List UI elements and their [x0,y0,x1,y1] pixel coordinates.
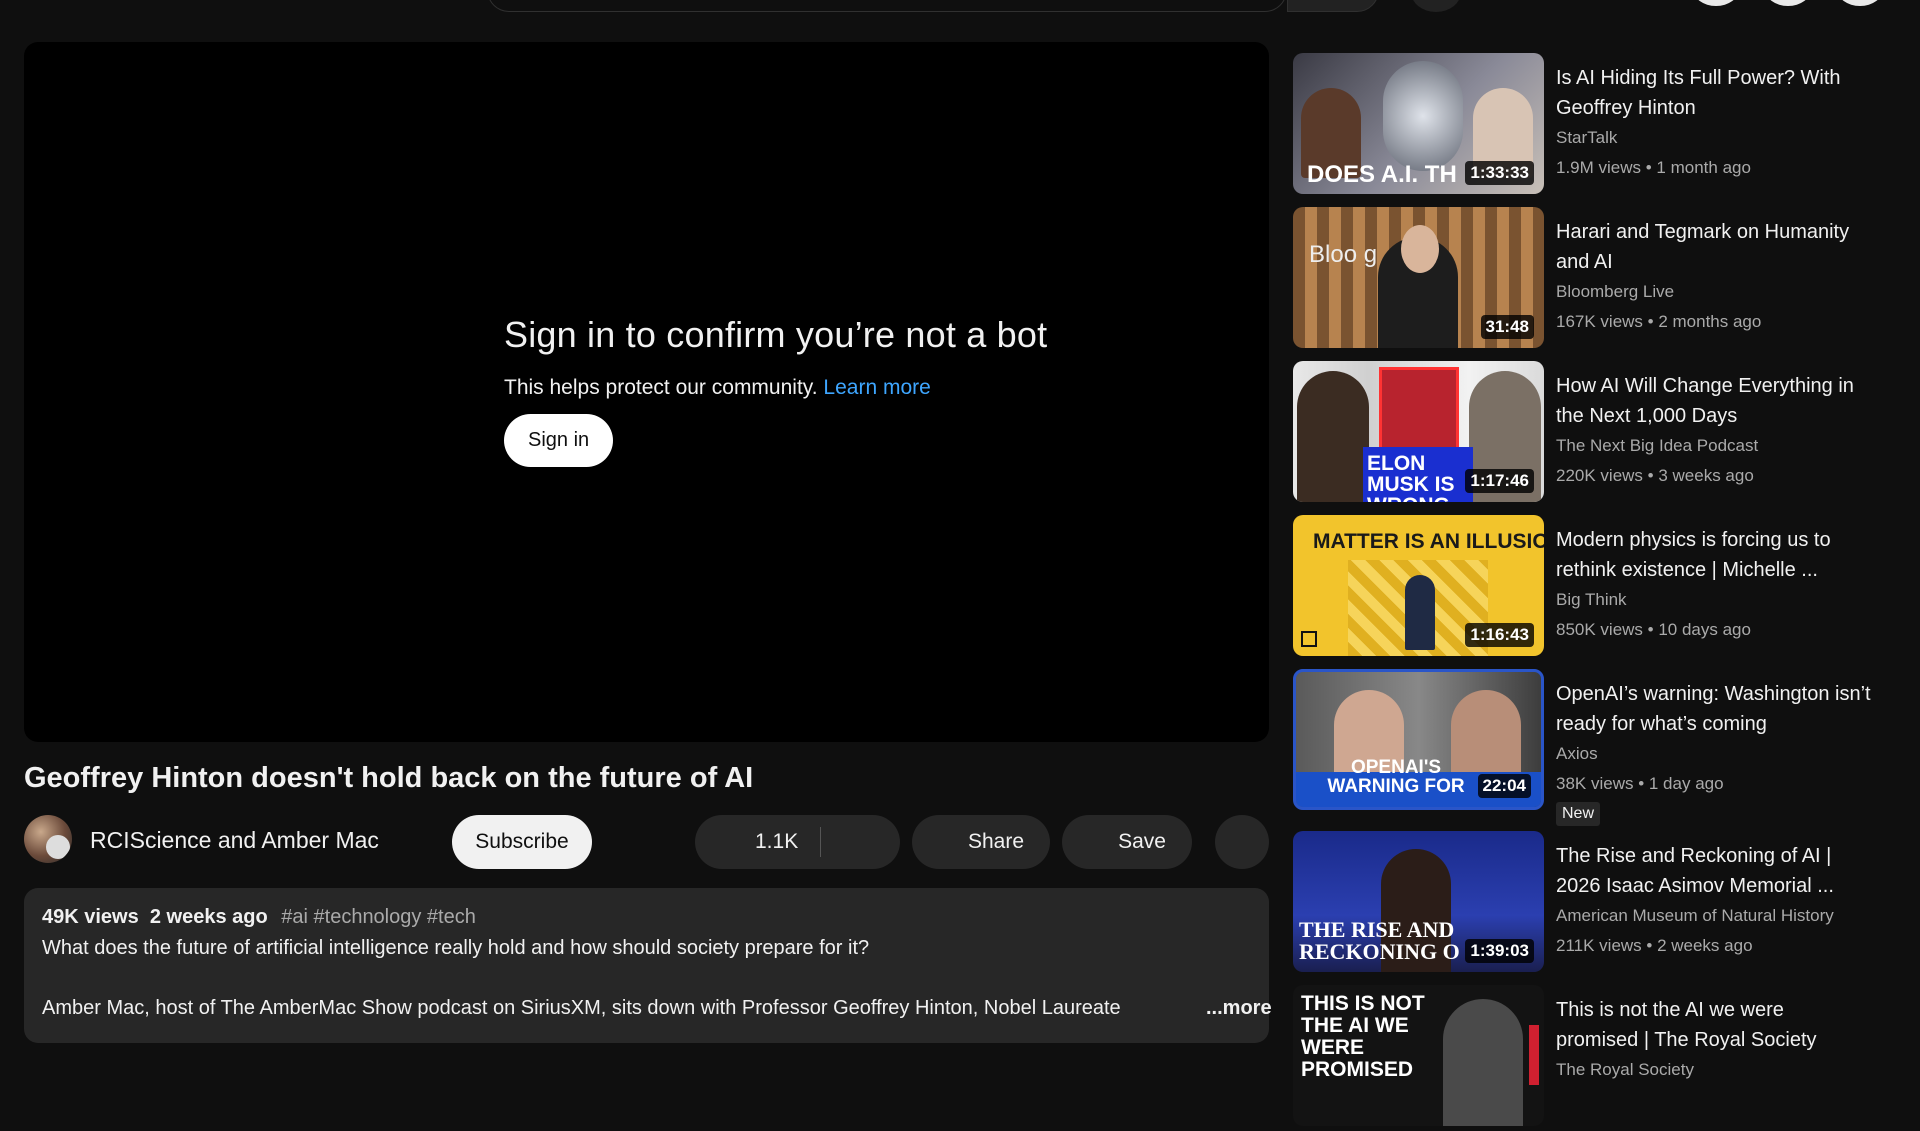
search-button[interactable] [1287,0,1379,12]
description-meta: 49K views 2 weeks ago #ai #technology #t… [42,906,476,929]
thumbnail-text: THIS IS NOT THE AI WE WERE PROMISED [1301,992,1425,1081]
robot-figure [1383,61,1463,171]
thumbnail-text: Bloo g [1309,241,1378,268]
video-thumbnail[interactable]: MATTER IS AN ILLUSION 1:16:43 [1293,515,1544,656]
related-title[interactable]: Harari and Tegmark on Humanity and AI [1556,217,1871,277]
related-channel[interactable]: The Next Big Idea Podcast [1556,436,1758,456]
related-channel[interactable]: American Museum of Natural History [1556,906,1834,926]
video-thumbnail[interactable]: DOES A.I. TH 1:33:33 [1293,53,1544,194]
description-more-button[interactable]: ...more [1206,997,1272,1020]
view-count: 49K views [42,906,139,928]
video-thumbnail[interactable]: OPENAI'S WARNING FOR 22:04 [1293,669,1544,810]
description-line: Amber Mac, host of The AmberMac Show pod… [42,997,1121,1019]
related-title[interactable]: Modern physics is forcing us to rethink … [1556,525,1871,585]
create-icon[interactable] [1693,0,1739,6]
subscribe-button[interactable]: Subscribe [452,815,592,869]
person-figure [1297,371,1369,502]
notifications-icon[interactable] [1765,0,1811,6]
related-title[interactable]: This is not the AI we were promised | Th… [1556,995,1871,1055]
video-duration: 1:16:43 [1465,623,1534,647]
signin-subtitle-text: This helps protect our community. [504,376,818,399]
video-thumbnail[interactable]: THIS IS NOT THE AI WE WERE PROMISED [1293,985,1544,1126]
related-title[interactable]: Is AI Hiding Its Full Power? With Geoffr… [1556,63,1871,123]
thumbnail-text: DOES A.I. TH [1307,161,1457,188]
related-title[interactable]: How AI Will Change Everything in the Nex… [1556,371,1871,431]
related-title[interactable]: OpenAI’s warning: Washington isn’t ready… [1556,679,1871,739]
bigthink-logo-icon [1301,631,1317,647]
video-duration: 1:39:03 [1465,939,1534,963]
description-line: What does the future of artificial intel… [42,937,870,959]
related-meta: 1.9M views • 1 month ago [1556,158,1751,177]
related-video[interactable]: ELON MUSK IS WRONG 1:17:46 How AI Will C… [1293,361,1913,507]
face-shape [1401,225,1439,273]
save-label: Save [1118,830,1166,853]
related-title[interactable]: The Rise and Reckoning of AI | 2026 Isaa… [1556,841,1871,901]
related-video[interactable]: DOES A.I. TH 1:33:33 Is AI Hiding Its Fu… [1293,53,1913,199]
signin-subtitle: This helps protect our community. Learn … [504,376,1204,400]
related-video[interactable]: Bloo g 31:48 Harari and Tegmark on Human… [1293,207,1913,353]
related-channel[interactable]: The Royal Society [1556,1060,1694,1080]
thumbnail-text: OPENAI'S WARNING FOR [1327,757,1465,797]
related-video[interactable]: THE RISE AND RECKONING O 1:39:03 The Ris… [1293,831,1913,977]
signin-prompt: Sign in to confirm you’re not a bot This… [504,314,1204,467]
accent-bar [1529,1025,1539,1085]
person-figure [1405,575,1435,650]
share-label: Share [967,830,1025,853]
related-meta: 167K views • 2 months ago [1556,312,1762,331]
save-button[interactable]: Save [1062,815,1192,869]
learn-more-link[interactable]: Learn more [823,376,930,399]
video-duration: 22:04 [1477,774,1531,798]
masthead [0,0,1920,14]
video-duration: 1:17:46 [1465,469,1534,493]
channel-avatar[interactable] [24,815,72,863]
related-video[interactable]: OPENAI'S WARNING FOR 22:04 OpenAI’s warn… [1293,669,1913,826]
like-button[interactable]: 1.1K [755,830,798,854]
upload-date: 2 weeks ago [149,906,268,928]
related-meta: 850K views • 10 days ago [1556,620,1751,639]
voice-search-button[interactable] [1411,0,1461,12]
related-channel[interactable]: Bloomberg Live [1556,282,1674,302]
video-thumbnail[interactable]: ELON MUSK IS WRONG 1:17:46 [1293,361,1544,502]
thumbnail-text: ELON MUSK IS WRONG [1367,452,1455,502]
related-channel[interactable]: Axios [1556,744,1598,764]
inset-photo [1379,367,1459,451]
channel-name[interactable]: RCIScience and Amber Mac [90,827,379,854]
new-badge: New [1556,802,1601,826]
search-input[interactable] [487,0,1287,12]
video-thumbnail[interactable]: THE RISE AND RECKONING O 1:39:03 [1293,831,1544,972]
video-title: Geoffrey Hinton doesn't hold back on the… [24,762,754,794]
signin-button[interactable]: Sign in [504,414,614,467]
related-video[interactable]: MATTER IS AN ILLUSION 1:16:43 Modern phy… [1293,515,1913,661]
more-actions-button[interactable] [1215,815,1269,869]
related-channel[interactable]: Big Think [1556,590,1627,610]
video-duration: 1:33:33 [1465,161,1534,185]
related-channel[interactable]: StarTalk [1556,128,1617,148]
video-player[interactable]: Sign in to confirm you’re not a bot This… [24,42,1269,742]
video-thumbnail[interactable]: Bloo g 31:48 [1293,207,1544,348]
person-figure [1443,999,1523,1126]
related-meta: 38K views • 1 day ago [1556,774,1724,793]
description-box[interactable]: 49K views 2 weeks ago #ai #technology #t… [24,888,1272,1043]
related-meta: 211K views • 2 weeks ago [1556,936,1753,955]
account-avatar[interactable] [1837,0,1883,6]
description-fade [1144,993,1204,1023]
related-video[interactable]: THIS IS NOT THE AI WE WERE PROMISED This… [1293,985,1913,1131]
like-divider [820,827,821,857]
related-meta: 220K views • 3 weeks ago [1556,466,1754,485]
like-dislike-group: 1.1K [695,815,900,869]
thumbnail-text: MATTER IS AN ILLUSION [1313,530,1544,553]
video-duration: 31:48 [1480,315,1534,339]
hashtags[interactable]: #ai #technology #tech [281,906,476,928]
signin-title: Sign in to confirm you’re not a bot [504,314,1048,355]
share-button[interactable]: Share [912,815,1050,869]
